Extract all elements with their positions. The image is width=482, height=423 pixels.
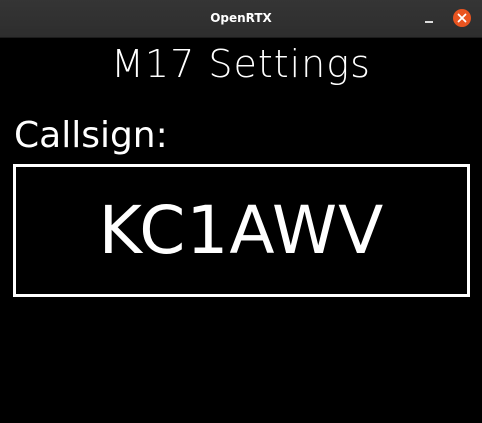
radio-display: M17 Settings Callsign: KC1AWV [0, 38, 482, 423]
callsign-field[interactable]: KC1AWV [13, 164, 470, 297]
close-icon [457, 13, 467, 23]
callsign-label: Callsign: [14, 115, 168, 156]
page-title: M17 Settings [111, 42, 371, 86]
callsign-value: KC1AWV [98, 192, 385, 269]
app-window: OpenRTX M17 Settings Callsign: KC1AWV [0, 0, 482, 423]
window-title: OpenRTX [210, 11, 272, 25]
title-bar: OpenRTX [0, 0, 482, 38]
minimize-icon [425, 21, 433, 23]
minimize-button[interactable] [420, 9, 438, 27]
close-button[interactable] [453, 9, 471, 27]
